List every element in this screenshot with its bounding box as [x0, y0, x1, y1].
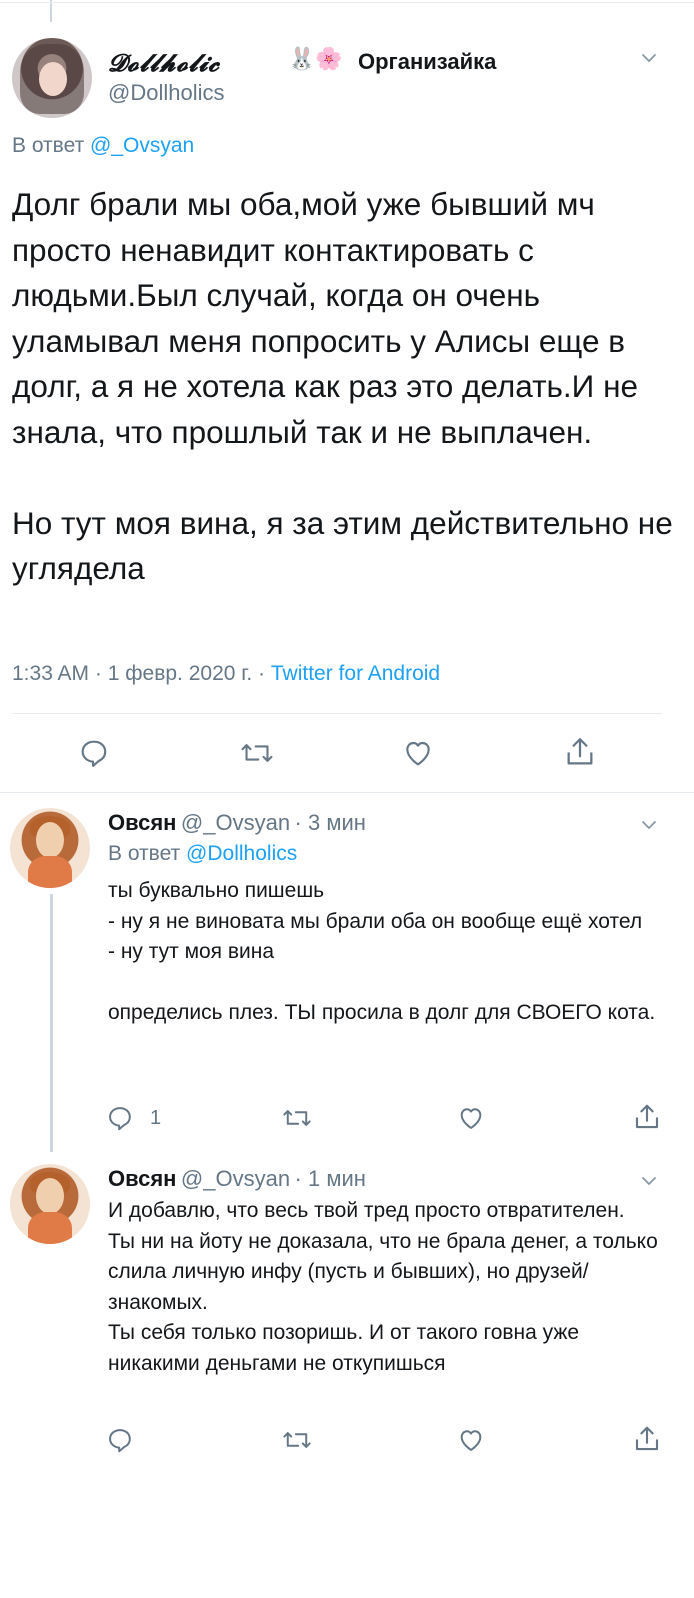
- reply-author-name[interactable]: Овсян: [108, 810, 176, 835]
- divider: [12, 713, 662, 714]
- reply-text-line: - ну я не виновата мы брали оба он вообщ…: [108, 909, 643, 933]
- reply-time[interactable]: 3 мин: [308, 810, 366, 835]
- meta-separator: ·: [94, 662, 108, 685]
- display-name-suffix[interactable]: Организайка: [358, 49, 496, 75]
- avatar-shirt: [28, 856, 72, 888]
- reply-text-line: И добавлю, что весь твой тред просто отв…: [108, 1199, 625, 1222]
- reply-author-handle[interactable]: @_Ovsyan: [181, 1166, 290, 1191]
- top-divider: [0, 2, 694, 3]
- share-icon[interactable]: [563, 735, 597, 769]
- reply-to-handle-link[interactable]: @Dollholics: [186, 842, 297, 865]
- avatar-face: [36, 822, 64, 858]
- reply-text: И добавлю, что весь твой тред просто отв…: [108, 1196, 668, 1379]
- heart-icon[interactable]: [456, 1104, 486, 1132]
- divider: [0, 792, 694, 793]
- reply-header: Овсян @_Ovsyan · 1 мин: [108, 1166, 366, 1192]
- reply-text-line: ты буквально пишешь: [108, 879, 325, 902]
- heart-icon[interactable]: [401, 737, 435, 769]
- avatar[interactable]: [12, 38, 92, 118]
- share-icon[interactable]: [632, 1102, 662, 1132]
- thread-line: [50, 894, 53, 1152]
- retweet-icon[interactable]: [282, 1104, 312, 1132]
- reply-text-line: определись плез. ТЫ просила в долг для С…: [108, 1001, 656, 1024]
- chevron-down-icon[interactable]: [641, 817, 657, 833]
- reply-author-name[interactable]: Овсян: [108, 1166, 176, 1191]
- avatar-shirt: [28, 1212, 72, 1244]
- reply-text-line: Ты ни на йоту не доказала, что не брала …: [108, 1229, 658, 1314]
- reply-to-line: В ответ @_Ovsyan: [12, 134, 194, 158]
- reply-to-prefix: В ответ: [12, 134, 85, 157]
- reply-count: 1: [150, 1107, 162, 1129]
- tweet-text-paragraph-1: Долг брали мы оба,мой уже бывший мч прос…: [12, 186, 638, 450]
- reply-text-line: - ну тут моя вина: [108, 940, 275, 963]
- thread-line-top: [50, 0, 52, 22]
- reply-header: Овсян @_Ovsyan · 3 мин: [108, 810, 366, 836]
- reply-author-handle[interactable]: @_Ovsyan: [181, 810, 290, 835]
- reply-icon[interactable]: [78, 737, 110, 769]
- name-emoji: 🐰🌸: [288, 46, 343, 71]
- tweet-date[interactable]: 1 февр. 2020 г.: [108, 662, 252, 685]
- reply-icon[interactable]: [106, 1104, 134, 1132]
- reply-icon[interactable]: [106, 1426, 134, 1454]
- reply-to-line: В ответ @Dollholics: [108, 842, 297, 866]
- tweet-source-link[interactable]: Twitter for Android: [271, 662, 440, 685]
- tweet-time[interactable]: 1:33 AM: [12, 662, 89, 685]
- avatar-face: [36, 1178, 64, 1214]
- display-name[interactable]: 𝓓𝓸𝓵𝓵𝓱𝓸𝓵𝓲𝓬: [108, 48, 220, 77]
- retweet-icon[interactable]: [282, 1426, 312, 1454]
- reply-to-prefix: В ответ: [108, 842, 181, 865]
- reply-text: ты буквально пишешь - ну я не виновата м…: [108, 876, 668, 1029]
- avatar[interactable]: [10, 1164, 90, 1244]
- tweet-text: Долг брали мы оба,мой уже бывший мч прос…: [12, 182, 682, 592]
- heart-icon[interactable]: [456, 1426, 486, 1454]
- retweet-icon[interactable]: [240, 737, 274, 769]
- chevron-down-icon[interactable]: [641, 1173, 657, 1189]
- share-icon[interactable]: [632, 1424, 662, 1454]
- tweet-text-paragraph-2: Но тут моя вина, я за этим действительно…: [12, 504, 673, 587]
- reply-time[interactable]: 1 мин: [308, 1166, 366, 1191]
- tweet-meta: 1:33 AM · 1 февр. 2020 г. · Twitter for …: [12, 662, 440, 686]
- reply-text-line: Ты себя только позоришь. И от такого гов…: [108, 1321, 580, 1375]
- chevron-down-icon[interactable]: [641, 50, 657, 66]
- avatar[interactable]: [10, 808, 90, 888]
- avatar-face: [39, 62, 67, 96]
- header-separator: ·: [294, 810, 308, 835]
- reply-to-handle-link[interactable]: @_Ovsyan: [90, 134, 194, 157]
- header-separator: ·: [294, 1166, 308, 1191]
- user-handle[interactable]: @Dollholics: [108, 80, 224, 106]
- meta-separator: ·: [258, 662, 271, 685]
